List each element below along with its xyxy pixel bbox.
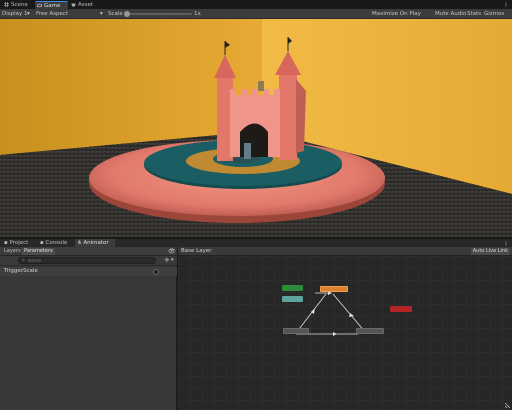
game-scene-render — [0, 19, 512, 237]
state-node-right[interactable] — [356, 328, 384, 334]
grid-icon — [4, 1, 9, 7]
maximize-on-play-toggle[interactable]: Maximize On Play — [372, 9, 421, 19]
aspect-dropdown[interactable]: Free Aspect — [36, 9, 68, 19]
scale-slider-handle[interactable] — [124, 11, 130, 17]
tab-console-label: Console — [45, 240, 68, 246]
console-icon: ▪ — [40, 240, 44, 246]
gamepad-icon — [37, 3, 43, 8]
tab-project[interactable]: ▪ Project — [2, 239, 38, 247]
tab-project-label: Project — [9, 240, 29, 246]
parameter-search-input[interactable] — [28, 258, 148, 264]
animator-icon: ⋔ — [77, 240, 82, 246]
state-node-left[interactable] — [283, 328, 309, 334]
parameters-tab[interactable]: Parameters — [22, 248, 55, 255]
display-dropdown[interactable]: Display 1 — [2, 9, 28, 19]
resize-corner-icon[interactable] — [504, 402, 511, 409]
tab-scene-label: Scene — [11, 2, 28, 8]
folder-icon: ▪ — [4, 240, 8, 246]
any-state-node[interactable] — [282, 296, 303, 302]
bottom-panel-tabs: ▪ Project ▪ Console ⋔ Animator — [0, 239, 512, 247]
animator-graph-canvas[interactable] — [178, 256, 512, 410]
store-icon — [71, 2, 76, 7]
layers-params-toolbar: Layers Parameters 👁 — [0, 247, 177, 256]
game-toolbar: Display 1 ▾ Free Aspect ▾ Scale 1x Maxim… — [0, 9, 512, 19]
parameter-row[interactable]: TriggerScale — [0, 267, 177, 276]
entry-node[interactable] — [282, 285, 303, 291]
animator-left-panel: Layers Parameters 👁 ⌕ + ▾ TriggerScale — [0, 247, 177, 410]
layers-tab[interactable]: Layers — [2, 248, 23, 255]
tab-asset-store[interactable]: Asset Store — [69, 1, 109, 16]
tab-scene[interactable]: Scene — [2, 1, 34, 9]
panel-menu-icon[interactable] — [504, 241, 508, 246]
exit-node[interactable] — [390, 306, 412, 312]
parameter-name[interactable]: TriggerScale — [4, 267, 38, 276]
search-icon: ⌕ — [22, 257, 25, 263]
layer-breadcrumb[interactable]: Base Layer — [181, 247, 211, 256]
tab-console[interactable]: ▪ Console — [38, 239, 74, 247]
scale-value: 1x — [194, 11, 201, 17]
animator-graph-header: Base Layer Auto Live Link — [178, 247, 512, 256]
window-tab-bar: Scene Game Asset Store — [0, 0, 512, 16]
add-parameter-chevron-icon[interactable]: ▾ — [171, 256, 174, 265]
aspect-chevron-icon: ▾ — [100, 11, 103, 17]
scale-label: Scale — [108, 11, 123, 17]
tab-animator-label: Animator — [83, 240, 109, 246]
gizmos-dropdown[interactable]: Gizmos — [484, 9, 504, 19]
game-viewport[interactable] — [0, 19, 512, 237]
eye-icon[interactable]: 👁 — [168, 248, 176, 255]
tab-game[interactable]: Game — [35, 1, 68, 9]
trigger-radio[interactable] — [153, 269, 159, 275]
stats-toggle[interactable]: Stats — [467, 9, 481, 19]
tab-animator[interactable]: ⋔ Animator — [75, 239, 115, 247]
scale-slider-track[interactable] — [126, 13, 192, 15]
display-chevron-icon: ▾ — [27, 11, 30, 17]
add-parameter-button[interactable]: + — [164, 256, 170, 265]
default-state-node[interactable] — [320, 286, 348, 292]
tab-menu-icon[interactable] — [504, 2, 508, 7]
transition-arrows — [295, 291, 367, 336]
auto-live-link-button[interactable]: Auto Live Link — [470, 248, 510, 255]
parameter-search-row: ⌕ + ▾ — [0, 256, 177, 266]
mute-audio-toggle[interactable]: Mute Audio — [435, 9, 466, 19]
parameter-search-box[interactable]: ⌕ — [18, 257, 156, 264]
